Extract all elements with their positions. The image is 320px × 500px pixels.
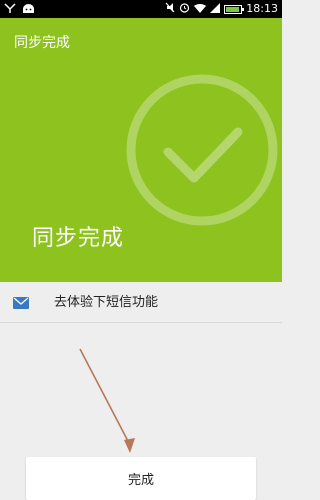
battery-icon xyxy=(224,4,245,14)
list-item-label: 去体验下短信功能 xyxy=(54,295,159,310)
checkmark-circle-icon xyxy=(126,74,278,226)
status-bar: 18:13 xyxy=(0,0,282,18)
alarm-icon xyxy=(179,2,190,16)
page-title: 同步完成 xyxy=(14,35,70,51)
android-icon xyxy=(22,3,35,17)
mute-icon xyxy=(165,2,175,16)
status-time: 18:13 xyxy=(246,2,278,15)
mail-icon xyxy=(13,294,29,313)
done-button[interactable]: 完成 xyxy=(26,457,256,500)
sync-complete-hero: 同步完成 同步完成 xyxy=(0,18,282,282)
list-item[interactable]: 去体验下短信功能 xyxy=(0,282,282,323)
wifi-icon xyxy=(194,3,207,16)
usb-debug-icon xyxy=(4,2,16,17)
hero-title: 同步完成 xyxy=(32,226,125,251)
signal-icon xyxy=(210,2,221,16)
